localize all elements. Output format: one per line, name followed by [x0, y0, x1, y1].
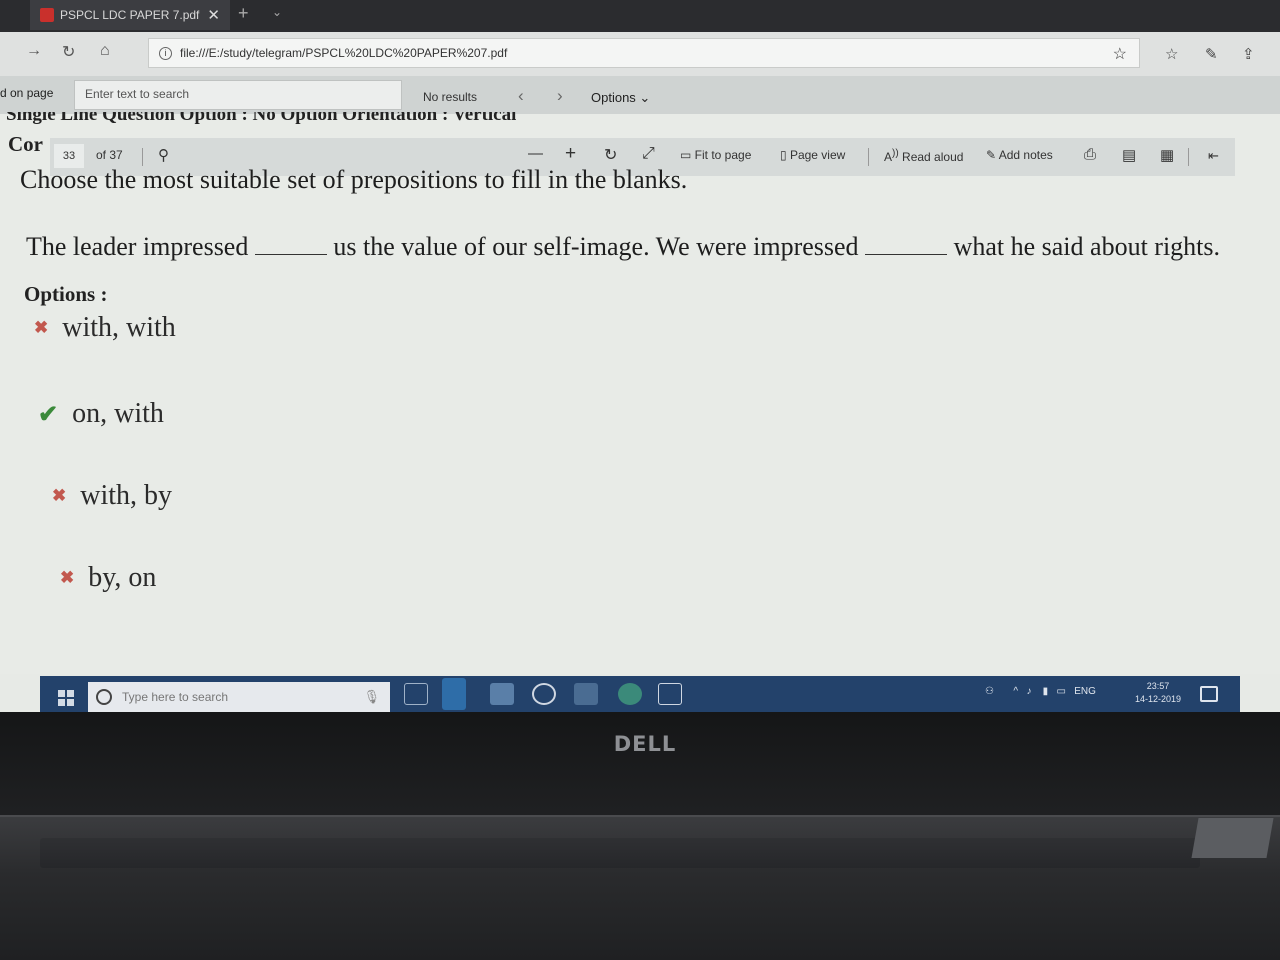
print-icon[interactable]: ⎙	[1084, 146, 1096, 163]
page-total: of 37	[96, 148, 123, 162]
task-view-icon[interactable]	[404, 683, 428, 705]
sentence-part-2: us the value of our self-image. We were …	[333, 232, 859, 261]
home-icon[interactable]: ⌂	[100, 42, 110, 60]
page-view-label: Page view	[789, 148, 846, 162]
read-aloud-button[interactable]: A)) Read aloud	[884, 148, 963, 164]
windows-start-icon[interactable]	[58, 690, 74, 706]
blank-1	[254, 235, 327, 255]
find-label: d on page	[0, 86, 54, 100]
question-text: Choose the most suitable set of preposit…	[20, 165, 688, 194]
tab-title: PSPCL LDC PAPER 7.pdf	[60, 8, 200, 22]
blank-2	[865, 235, 948, 255]
forward-arrow-icon[interactable]: →	[26, 42, 42, 60]
zoom-in-button[interactable]: +	[565, 143, 576, 165]
laptop-bezel	[0, 712, 1280, 822]
pdf-page	[0, 114, 1280, 674]
add-notes-label: Add notes	[998, 148, 1053, 162]
taskbar-search-box[interactable]: Type here to search 🎙	[88, 682, 390, 712]
people-icon[interactable]: ⚇	[985, 686, 994, 697]
language-indicator[interactable]: ENG	[1074, 686, 1096, 697]
read-aloud-label: Read aloud	[902, 150, 964, 164]
option-3: ✖ with, by	[52, 480, 172, 512]
clock-time: 23:57	[1146, 681, 1170, 691]
option-text: with, by	[80, 480, 173, 511]
option-text: with, with	[62, 312, 176, 343]
cortana-circle-icon	[96, 689, 112, 705]
star-icon[interactable]: ☆	[1113, 44, 1127, 64]
option-text: by, on	[88, 562, 157, 593]
find-options-dropdown[interactable]: Options ⌄	[591, 90, 650, 106]
info-icon[interactable]: i	[159, 46, 172, 60]
volume-icon[interactable]: ♪	[1026, 686, 1031, 697]
edge-app-icon[interactable]	[442, 678, 466, 710]
hinge-bar	[40, 838, 1200, 868]
sentence-part-1: The leader impressed	[26, 232, 249, 261]
pen-icon[interactable]: ✎	[1205, 45, 1218, 63]
cor-label: Cor	[8, 132, 43, 156]
k7-app-icon[interactable]	[658, 683, 682, 705]
chevron-up-icon[interactable]: ^	[1013, 686, 1018, 697]
laptop-hinge	[0, 815, 1280, 960]
toolbar-divider	[868, 148, 869, 166]
dell-logo: DELL	[613, 732, 677, 756]
new-tab-button[interactable]: +	[238, 3, 249, 24]
toolbar-divider	[1188, 148, 1189, 166]
favorites-icon[interactable]: ☆	[1165, 45, 1178, 63]
fullscreen-icon[interactable]: ⤢	[642, 145, 655, 163]
rotate-icon[interactable]: ↻	[604, 145, 617, 165]
battery-icon[interactable]: ▭	[1056, 686, 1065, 697]
laptop-screen: PSPCL LDC PAPER 7.pdf ✕ + ⌄ → ↻ ⌂ i file…	[0, 0, 1280, 714]
address-bar[interactable]: i file:///E:/study/telegram/PSPCL%20LDC%…	[148, 38, 1140, 68]
wrong-mark-icon: ✖	[34, 318, 49, 337]
search-icon[interactable]: ⚲	[158, 146, 169, 164]
page-view-button[interactable]: ▯ Page view	[780, 148, 845, 162]
find-results-count: No results	[423, 90, 478, 104]
file-explorer-icon[interactable]	[490, 683, 514, 705]
clock-date: 14-12-2019	[1135, 694, 1182, 704]
fit-to-page-button[interactable]: ▭ Fit to page	[680, 148, 751, 162]
save-as-icon[interactable]: ▦	[1160, 146, 1174, 164]
clock-app-icon[interactable]	[532, 683, 556, 705]
hinge-block	[1191, 818, 1274, 858]
option-2: ✔ on, with	[38, 398, 164, 430]
wrong-mark-icon: ✖	[52, 486, 67, 505]
sentence-part-3: what he said about rights.	[953, 232, 1221, 261]
fit-to-page-label: Fit to page	[694, 148, 752, 162]
microphone-icon[interactable]: 🎙	[363, 689, 380, 705]
options-label: Options :	[24, 282, 108, 306]
wrong-mark-icon: ✖	[60, 568, 75, 587]
toolbar-divider	[142, 148, 143, 166]
option-text: on, with	[72, 398, 164, 429]
store-icon[interactable]	[574, 683, 598, 705]
tab-menu-chevron-icon[interactable]: ⌄	[272, 5, 282, 19]
notification-center-icon[interactable]	[1200, 686, 1218, 702]
save-icon[interactable]: ▤	[1122, 146, 1136, 164]
network-icon[interactable]: ▮	[1043, 686, 1049, 697]
taskbar-clock[interactable]: 23:57 14-12-2019	[1135, 680, 1181, 706]
pdf-file-icon	[40, 8, 54, 22]
find-previous-button[interactable]: ‹	[518, 86, 524, 106]
tab-close-icon[interactable]: ✕	[207, 6, 220, 24]
add-notes-button[interactable]: ✎ Add notes	[986, 148, 1053, 162]
refresh-icon[interactable]: ↻	[62, 42, 75, 62]
pin-toolbar-icon[interactable]: ⇤	[1208, 148, 1219, 164]
option-1: ✖ with, with	[34, 312, 176, 344]
zoom-out-button[interactable]: —	[528, 145, 543, 162]
address-url: file:///E:/study/telegram/PSPCL%20LDC%20…	[180, 46, 508, 60]
find-next-button[interactable]: ›	[557, 86, 563, 106]
correct-check-icon: ✔	[38, 401, 59, 428]
system-tray[interactable]: ⚇ ^ ♪ ▮ ▭ ENG	[985, 686, 1096, 697]
browser-tab[interactable]: PSPCL LDC PAPER 7.pdf ✕	[30, 0, 230, 30]
taskbar-search-placeholder: Type here to search	[122, 690, 229, 704]
question-sentence: The leader impressed us the value of our…	[26, 232, 1276, 262]
browser-app-icon[interactable]	[618, 683, 642, 705]
find-search-input[interactable]: Enter text to search	[74, 80, 402, 110]
option-4: ✖ by, on	[60, 562, 156, 594]
share-icon[interactable]: ⇪	[1242, 45, 1255, 63]
